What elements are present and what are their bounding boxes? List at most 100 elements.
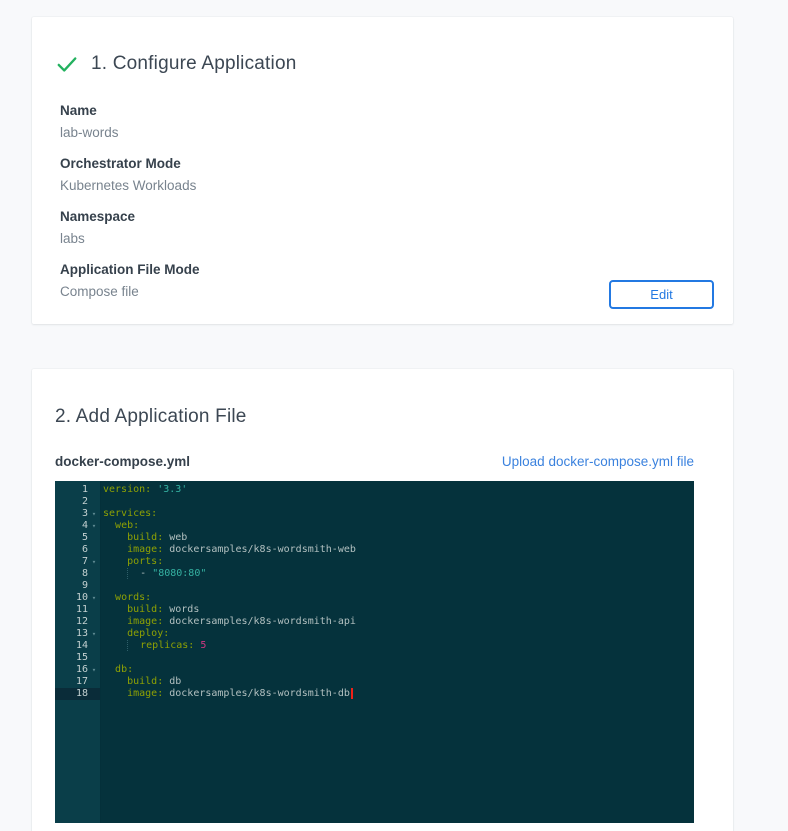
fold-gutter-spacer: [88, 544, 100, 556]
field-value: labs: [60, 231, 714, 246]
code-token: [103, 688, 127, 699]
fold-arrow-icon[interactable]: ▾: [88, 556, 100, 568]
code-token: web:: [115, 520, 139, 531]
code-token: [103, 532, 127, 543]
gutter-line: 10▾: [55, 592, 100, 604]
fold-arrow-icon[interactable]: ▾: [88, 508, 100, 520]
fold-arrow-icon[interactable]: ▾: [88, 664, 100, 676]
line-number: 14: [55, 640, 88, 652]
line-number: 1: [55, 484, 88, 496]
yaml-code-editor[interactable]: 123▾4▾567▾8910▾111213▾141516▾1718 versio…: [55, 481, 694, 823]
code-line[interactable]: build: db: [103, 676, 694, 688]
code-line[interactable]: [103, 652, 694, 664]
check-icon: [56, 53, 78, 75]
fold-gutter-spacer: [88, 496, 100, 508]
section2-title: 2. Add Application File: [55, 406, 694, 428]
field-namespace: Namespace labs: [60, 209, 714, 246]
fold-arrow-icon[interactable]: ▾: [88, 628, 100, 640]
fold-gutter-spacer: [88, 580, 100, 592]
code-token: "8080:80": [152, 568, 206, 579]
section1-fields: Name lab-words Orchestrator Mode Kuberne…: [60, 103, 714, 299]
line-number: 4: [55, 520, 88, 532]
code-token: deploy:: [127, 628, 169, 639]
fold-gutter-spacer: [88, 616, 100, 628]
line-number: 17: [55, 676, 88, 688]
gutter-line: 1: [55, 484, 100, 496]
code-line[interactable]: ports:: [103, 556, 694, 568]
gutter-line: 14: [55, 640, 100, 652]
fold-gutter-spacer: [88, 484, 100, 496]
code-line[interactable]: image: dockersamples/k8s-wordsmith-db: [103, 688, 694, 700]
code-token: [127, 640, 140, 651]
code-token: build:: [127, 604, 163, 615]
code-token: build:: [127, 676, 163, 687]
code-token: [103, 664, 115, 675]
code-line[interactable]: build: words: [103, 604, 694, 616]
code-token: db:: [115, 664, 133, 675]
code-token: [103, 544, 127, 555]
code-token: [103, 628, 127, 639]
code-token: [103, 592, 115, 603]
line-number: 9: [55, 580, 88, 592]
code-token: build:: [127, 532, 163, 543]
gutter-line: 15: [55, 652, 100, 664]
line-number: 11: [55, 604, 88, 616]
gutter-line: 17: [55, 676, 100, 688]
code-line[interactable]: image: dockersamples/k8s-wordsmith-web: [103, 544, 694, 556]
editor-code[interactable]: version: '3.3'services: web: build: web …: [100, 481, 694, 823]
gutter-line: 13▾: [55, 628, 100, 640]
code-token: [103, 556, 127, 567]
upload-file-link[interactable]: Upload docker-compose.yml file: [502, 454, 694, 469]
code-token: [127, 568, 140, 579]
code-token: [103, 640, 127, 651]
code-line[interactable]: build: web: [103, 532, 694, 544]
line-number: 10: [55, 592, 88, 604]
code-line[interactable]: web:: [103, 520, 694, 532]
gutter-line: 2: [55, 496, 100, 508]
file-name-label: docker-compose.yml: [55, 454, 190, 469]
gutter-line: 6: [55, 544, 100, 556]
code-line[interactable]: version: '3.3': [103, 484, 694, 496]
code-line[interactable]: services:: [103, 508, 694, 520]
field-value: lab-words: [60, 125, 714, 140]
section1-title: 1. Configure Application: [91, 53, 297, 75]
code-line[interactable]: replicas: 5: [103, 640, 694, 652]
code-token: [103, 568, 127, 579]
code-line[interactable]: deploy:: [103, 628, 694, 640]
gutter-line: 11: [55, 604, 100, 616]
fold-gutter-spacer: [88, 532, 100, 544]
line-number: 2: [55, 496, 88, 508]
field-label: Orchestrator Mode: [60, 156, 714, 171]
code-token: dockersamples/k8s-wordsmith-api: [163, 616, 356, 627]
code-line[interactable]: image: dockersamples/k8s-wordsmith-api: [103, 616, 694, 628]
code-token: image:: [127, 688, 163, 699]
edit-button[interactable]: Edit: [609, 280, 714, 309]
field-label: Namespace: [60, 209, 714, 224]
line-number: 7: [55, 556, 88, 568]
gutter-line: 5: [55, 532, 100, 544]
gutter-line: 7▾: [55, 556, 100, 568]
code-line[interactable]: db:: [103, 664, 694, 676]
code-line[interactable]: [103, 580, 694, 592]
code-token: dockersamples/k8s-wordsmith-db: [163, 688, 350, 699]
line-number: 16: [55, 664, 88, 676]
code-token: image:: [127, 544, 163, 555]
code-token: '3.3': [157, 484, 187, 495]
configure-application-card: 1. Configure Application Name lab-words …: [32, 17, 733, 324]
field-name: Name lab-words: [60, 103, 714, 140]
code-line[interactable]: - "8080:80": [103, 568, 694, 580]
code-line[interactable]: words:: [103, 592, 694, 604]
fold-gutter-spacer: [88, 640, 100, 652]
line-number: 8: [55, 568, 88, 580]
code-token: [103, 616, 127, 627]
gutter-line: 18: [55, 688, 100, 700]
fold-arrow-icon[interactable]: ▾: [88, 520, 100, 532]
code-token: services:: [103, 508, 157, 519]
code-token: image:: [127, 616, 163, 627]
field-orchestrator-mode: Orchestrator Mode Kubernetes Workloads: [60, 156, 714, 193]
gutter-line: 8: [55, 568, 100, 580]
fold-arrow-icon[interactable]: ▾: [88, 592, 100, 604]
code-token: -: [140, 568, 152, 579]
code-line[interactable]: [103, 496, 694, 508]
gutter-line: 16▾: [55, 664, 100, 676]
